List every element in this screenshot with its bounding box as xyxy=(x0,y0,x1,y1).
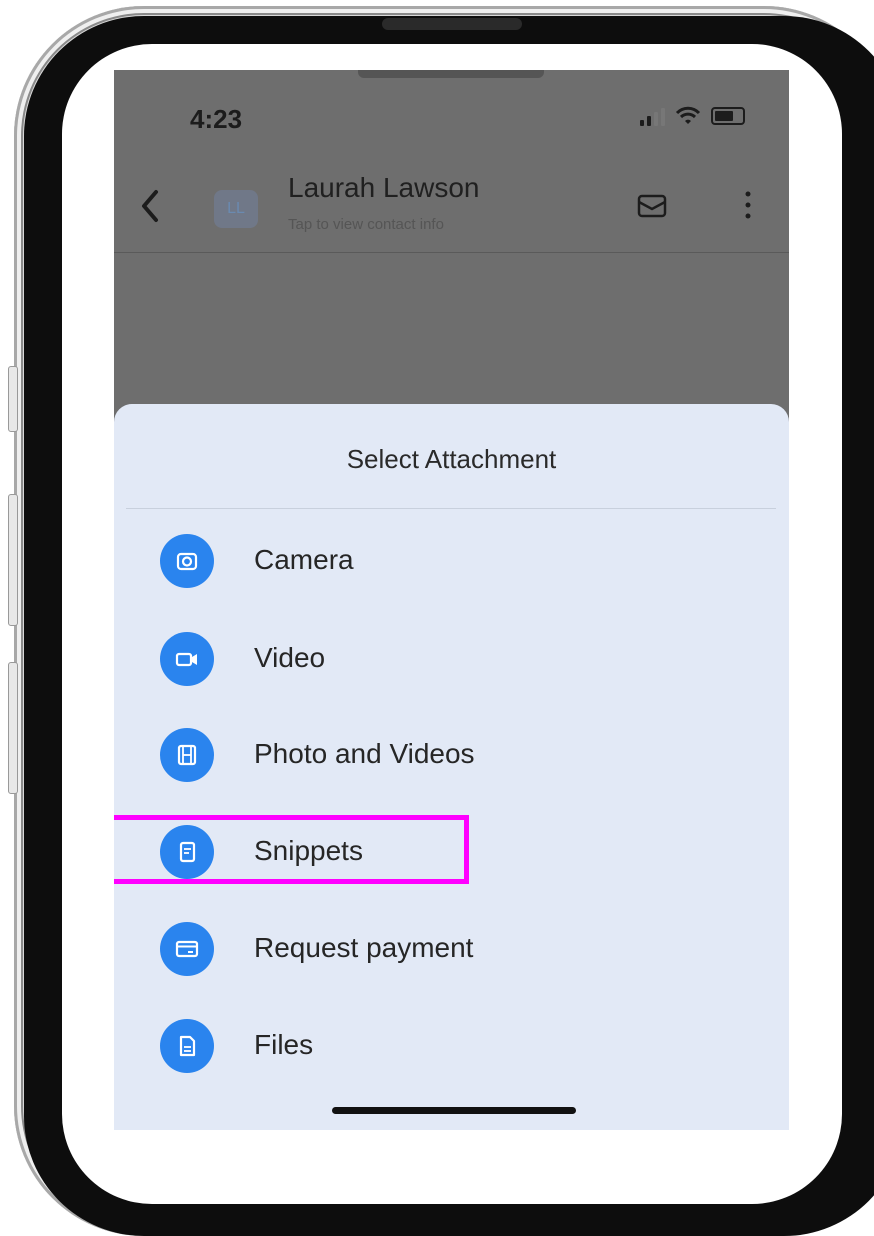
file-icon xyxy=(160,1019,214,1073)
avatar-initials: LL xyxy=(227,200,245,217)
status-icons xyxy=(640,106,745,126)
attachment-option-label: Photo and Videos xyxy=(254,738,475,769)
snippets-highlight-box xyxy=(114,815,469,884)
home-indicator[interactable] xyxy=(332,1107,576,1114)
attachment-option-label: Request payment xyxy=(254,932,474,963)
film-icon xyxy=(160,728,214,782)
payment-card-icon xyxy=(160,922,214,976)
battery-icon xyxy=(711,107,745,125)
video-icon xyxy=(160,632,214,686)
attachment-sheet: Select Attachment Camera Video Photo and… xyxy=(114,404,789,1130)
sheet-title: Select Attachment xyxy=(346,444,557,474)
attachment-option-label: Files xyxy=(254,1029,314,1060)
camera-icon xyxy=(160,534,214,588)
attachment-option-request-payment[interactable]: Request payment xyxy=(114,906,789,992)
attachment-option-video[interactable]: Video xyxy=(114,616,789,702)
mail-icon[interactable] xyxy=(636,192,668,220)
attachment-option-camera[interactable]: Camera xyxy=(114,518,789,604)
speaker-grille xyxy=(382,18,522,30)
divider xyxy=(126,508,776,509)
contact-subtitle[interactable]: Tap to view contact info xyxy=(288,216,444,233)
attachment-option-label: Video xyxy=(254,642,326,673)
contact-name[interactable]: Laurah Lawson xyxy=(288,172,479,204)
attachment-option-files[interactable]: Files xyxy=(114,1003,789,1089)
status-bar: 4:23 xyxy=(114,70,789,160)
back-arrow-icon[interactable] xyxy=(136,186,166,226)
volume-down-button xyxy=(8,662,18,794)
status-time: 4:23 xyxy=(190,104,243,134)
volume-up-button xyxy=(8,494,18,626)
conversation-header: LL Laurah Lawson Tap to view contact inf… xyxy=(114,160,789,253)
app-screen: 4:23 LL Laurah Lawson Tap to view contac… xyxy=(114,70,789,1130)
avatar[interactable]: LL xyxy=(214,190,258,228)
attachment-option-label: Camera xyxy=(254,544,354,575)
more-options-icon[interactable] xyxy=(742,188,754,222)
wifi-icon xyxy=(675,106,701,124)
attachment-option-photo-and-videos[interactable]: Photo and Videos xyxy=(114,712,789,798)
signal-icon xyxy=(640,106,665,126)
mute-switch xyxy=(8,366,18,432)
